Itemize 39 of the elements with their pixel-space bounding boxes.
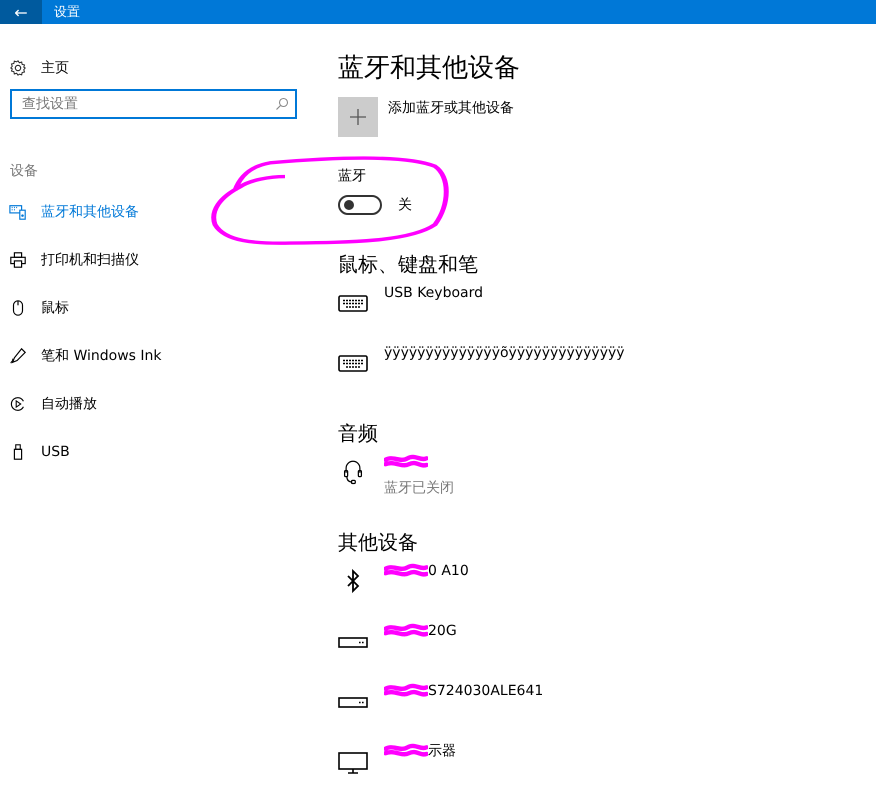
- plus-icon: [348, 107, 368, 127]
- sidebar-item[interactable]: 鼠标: [0, 284, 320, 332]
- device-name: 0 A10: [428, 563, 469, 579]
- keyboard-speaker-icon: [9, 203, 27, 221]
- device-name: S724030ALE641: [428, 683, 544, 699]
- bluetooth-toggle[interactable]: [338, 195, 382, 215]
- device-status: 蓝牙已关闭: [384, 479, 454, 497]
- page-title: 蓝牙和其他设备: [338, 52, 521, 85]
- bluetooth-label: 蓝牙: [338, 167, 367, 185]
- back-button[interactable]: ←: [0, 0, 42, 24]
- section-label: 设备: [10, 162, 39, 180]
- sidebar-item[interactable]: 笔和 Windows Ink: [0, 332, 320, 380]
- device-item[interactable]: 0 A10: [338, 556, 876, 616]
- device-item[interactable]: ÿÿÿÿÿÿÿÿÿÿÿÿÿÿõÿÿÿÿÿÿÿÿÿÿÿÿÿÿ: [338, 338, 876, 398]
- window-title: 设置: [54, 4, 80, 21]
- search-field[interactable]: 查找设置: [10, 89, 297, 119]
- sidebar-item[interactable]: 自动播放: [0, 380, 320, 428]
- device-item[interactable]: 示器: [338, 736, 876, 796]
- device-item[interactable]: USB Keyboard: [338, 278, 876, 338]
- toggle-state: 关: [398, 196, 412, 214]
- device-name: USB Keyboard: [384, 285, 483, 301]
- sidebar-item[interactable]: 蓝牙和其他设备: [0, 188, 320, 236]
- device-item[interactable]: 蓝牙已关闭: [338, 447, 876, 507]
- device-item[interactable]: S724030ALE641: [338, 676, 876, 736]
- device-name: 示器: [428, 742, 456, 760]
- device-name: ÿÿÿÿÿÿÿÿÿÿÿÿÿÿõÿÿÿÿÿÿÿÿÿÿÿÿÿÿ: [384, 345, 625, 361]
- gear-icon: [9, 59, 27, 77]
- device-name: 20G: [428, 623, 457, 639]
- add-device-button[interactable]: 添加蓝牙或其他设备: [338, 97, 876, 137]
- sidebar-item[interactable]: USB: [0, 428, 320, 476]
- search-icon: [275, 97, 289, 111]
- sidebar-item[interactable]: 打印机和扫描仪: [0, 236, 320, 284]
- section-heading: 其他设备: [338, 529, 419, 556]
- section-heading: 鼠标、键盘和笔: [338, 251, 479, 278]
- device-item[interactable]: 20G: [338, 616, 876, 676]
- home-link[interactable]: 主页: [0, 57, 320, 79]
- pen-icon: [9, 347, 27, 365]
- printer-icon: [9, 251, 27, 269]
- section-heading: 音频: [338, 420, 379, 447]
